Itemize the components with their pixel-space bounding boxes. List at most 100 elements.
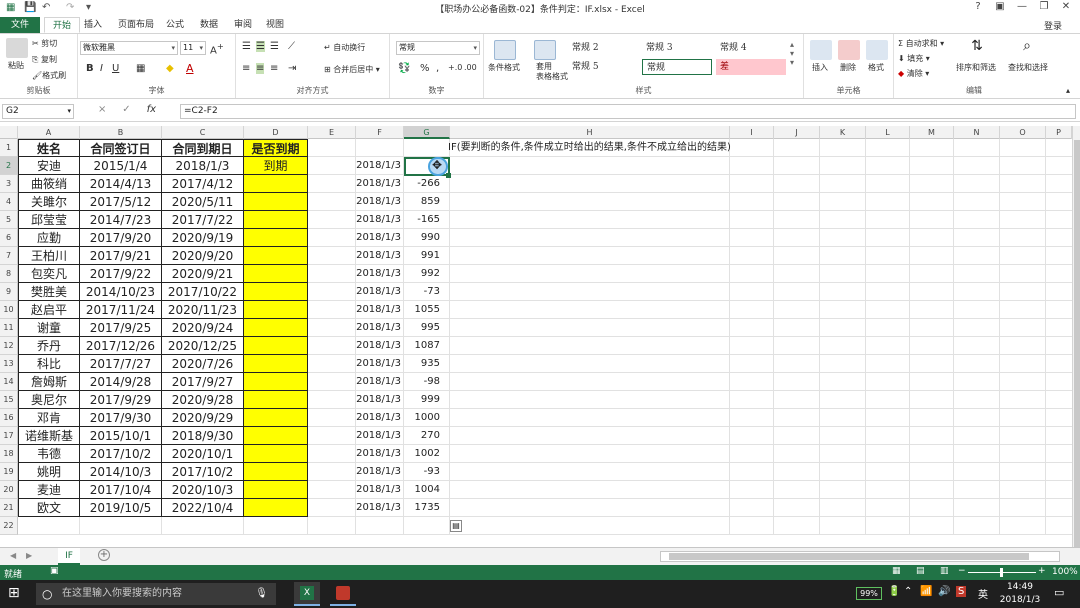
format-painter-button[interactable]: 🖌格式刷 bbox=[32, 70, 66, 81]
taskbar-recorder-app[interactable] bbox=[330, 582, 356, 606]
table-cell[interactable]: 邓肯 bbox=[18, 409, 80, 427]
table-cell[interactable]: 2017/10/22 bbox=[162, 283, 244, 301]
cell-F[interactable]: 2018/1/3 bbox=[356, 247, 404, 265]
table-cell[interactable] bbox=[244, 229, 308, 247]
table-cell[interactable]: 麦迪 bbox=[18, 481, 80, 499]
insert-function-icon[interactable]: fx bbox=[147, 104, 156, 115]
cell-F[interactable]: 2018/1/3 bbox=[356, 409, 404, 427]
table-cell[interactable]: 到期 bbox=[244, 157, 308, 175]
fill-button[interactable]: ⬇ 填充 ▾ bbox=[898, 53, 930, 64]
table-cell[interactable] bbox=[244, 283, 308, 301]
table-cell[interactable]: 2017/9/27 bbox=[162, 373, 244, 391]
tab-formulas[interactable]: 公式 bbox=[158, 17, 192, 33]
table-header-cell[interactable]: 合同到期日 bbox=[162, 139, 244, 157]
table-cell[interactable]: 2017/9/30 bbox=[80, 409, 162, 427]
cell-G[interactable]: -73 bbox=[404, 283, 450, 301]
table-cell[interactable]: 2017/11/24 bbox=[80, 301, 162, 319]
vertical-scrollbar[interactable] bbox=[1072, 126, 1080, 550]
clear-button[interactable]: ◆ 清除 ▾ bbox=[898, 68, 929, 79]
notification-icon[interactable]: ▭ bbox=[1054, 586, 1064, 599]
table-cell[interactable]: 2020/9/21 bbox=[162, 265, 244, 283]
table-cell[interactable]: 谢童 bbox=[18, 319, 80, 337]
column-header-L[interactable]: L bbox=[866, 126, 910, 139]
table-cell[interactable]: 乔丹 bbox=[18, 337, 80, 355]
insert-button[interactable]: 插入 bbox=[812, 62, 828, 73]
clock-time[interactable]: 14:49 bbox=[1002, 582, 1038, 592]
cell-F[interactable]: 2018/1/3 bbox=[356, 463, 404, 481]
table-cell[interactable] bbox=[244, 445, 308, 463]
table-cell[interactable]: 2017/9/29 bbox=[80, 391, 162, 409]
next-sheet-icon[interactable]: ▶ bbox=[26, 551, 32, 560]
row-header-16[interactable]: 16 bbox=[0, 409, 18, 427]
row-header-22[interactable]: 22 bbox=[0, 517, 18, 535]
row-header-18[interactable]: 18 bbox=[0, 445, 18, 463]
input-method-icon[interactable]: 英 bbox=[978, 586, 988, 601]
table-cell[interactable] bbox=[244, 409, 308, 427]
column-header-G[interactable]: G bbox=[404, 126, 450, 139]
cell-F[interactable]: 2018/1/3 bbox=[356, 157, 404, 175]
column-header-I[interactable]: I bbox=[730, 126, 774, 139]
table-cell[interactable]: 2018/1/3 bbox=[162, 157, 244, 175]
microphone-icon[interactable]: 🎙 bbox=[255, 583, 268, 605]
column-header-A[interactable]: A bbox=[18, 126, 80, 139]
table-cell[interactable]: 2020/7/26 bbox=[162, 355, 244, 373]
close-icon[interactable]: ✕ bbox=[1056, 1, 1076, 15]
column-header-C[interactable]: C bbox=[162, 126, 244, 139]
font-name-combo[interactable]: 微软雅黑 ▾ bbox=[80, 41, 178, 55]
cell-G[interactable]: 1055 bbox=[404, 301, 450, 319]
cell-F[interactable]: 2018/1/3 bbox=[356, 175, 404, 193]
row-header-21[interactable]: 21 bbox=[0, 499, 18, 517]
align-top-icon[interactable]: ☰ bbox=[242, 41, 251, 52]
select-all-corner[interactable] bbox=[0, 126, 18, 139]
restore-icon[interactable]: ❐ bbox=[1034, 1, 1054, 15]
decrease-decimal-icon[interactable]: .00 bbox=[464, 63, 477, 72]
table-cell[interactable]: 2014/9/28 bbox=[80, 373, 162, 391]
currency-icon[interactable]: 💱 bbox=[398, 63, 410, 74]
table-cell[interactable]: 2014/7/23 bbox=[80, 211, 162, 229]
font-size-combo[interactable]: 11 ▾ bbox=[180, 41, 206, 55]
column-header-E[interactable]: E bbox=[308, 126, 356, 139]
column-header-M[interactable]: M bbox=[910, 126, 954, 139]
ribbon-display-icon[interactable]: ▣ bbox=[990, 1, 1010, 15]
zoom-out-icon[interactable]: − bbox=[958, 566, 966, 576]
align-middle-icon[interactable]: ☰ bbox=[256, 41, 265, 52]
table-cell[interactable]: 2017/7/22 bbox=[162, 211, 244, 229]
zoom-level[interactable]: 100% bbox=[1052, 567, 1078, 577]
zoom-slider-thumb[interactable] bbox=[1000, 568, 1003, 577]
horizontal-scroll-thumb[interactable] bbox=[669, 553, 1029, 560]
table-cell[interactable]: 2017/4/12 bbox=[162, 175, 244, 193]
table-cell[interactable] bbox=[244, 247, 308, 265]
tray-app-icon[interactable]: S bbox=[956, 586, 967, 597]
table-cell[interactable]: 2017/9/20 bbox=[80, 229, 162, 247]
border-icon[interactable]: ▦ bbox=[136, 63, 145, 74]
table-cell[interactable]: 韦德 bbox=[18, 445, 80, 463]
fill-handle[interactable] bbox=[446, 173, 451, 178]
cell-G[interactable]: 991 bbox=[404, 247, 450, 265]
table-cell[interactable] bbox=[244, 301, 308, 319]
table-cell[interactable]: 2014/4/13 bbox=[80, 175, 162, 193]
table-cell[interactable]: 2015/1/4 bbox=[80, 157, 162, 175]
table-cell[interactable]: 邱莹莹 bbox=[18, 211, 80, 229]
table-header-cell[interactable]: 是否到期 bbox=[244, 139, 308, 157]
comma-icon[interactable]: , bbox=[436, 63, 439, 74]
cell-G[interactable]: 1004 bbox=[404, 481, 450, 499]
normal-view-icon[interactable]: ▦ bbox=[892, 566, 901, 576]
cell-H1-note[interactable]: IF(要判断的条件,条件成立时给出的结果,条件不成立给出的结果) bbox=[448, 139, 731, 157]
row-header-7[interactable]: 7 bbox=[0, 247, 18, 265]
cell-G[interactable]: 1087 bbox=[404, 337, 450, 355]
underline-button[interactable]: U bbox=[112, 63, 119, 74]
table-cell[interactable] bbox=[244, 337, 308, 355]
volume-icon[interactable]: 🔊 bbox=[938, 586, 950, 597]
table-cell[interactable]: 2020/11/23 bbox=[162, 301, 244, 319]
style-normal-4[interactable]: 常规 4 bbox=[716, 40, 786, 56]
row-header-15[interactable]: 15 bbox=[0, 391, 18, 409]
table-cell[interactable]: 安迪 bbox=[18, 157, 80, 175]
fill-color-icon[interactable]: ◆ bbox=[166, 63, 174, 74]
number-format-combo[interactable]: 常规 ▾ bbox=[396, 41, 480, 55]
table-cell[interactable]: 2020/9/29 bbox=[162, 409, 244, 427]
row-header-11[interactable]: 11 bbox=[0, 319, 18, 337]
cell-F[interactable]: 2018/1/3 bbox=[356, 355, 404, 373]
table-cell[interactable]: 2022/10/4 bbox=[162, 499, 244, 517]
align-bottom-icon[interactable]: ☰ bbox=[270, 41, 279, 52]
table-cell[interactable] bbox=[244, 211, 308, 229]
